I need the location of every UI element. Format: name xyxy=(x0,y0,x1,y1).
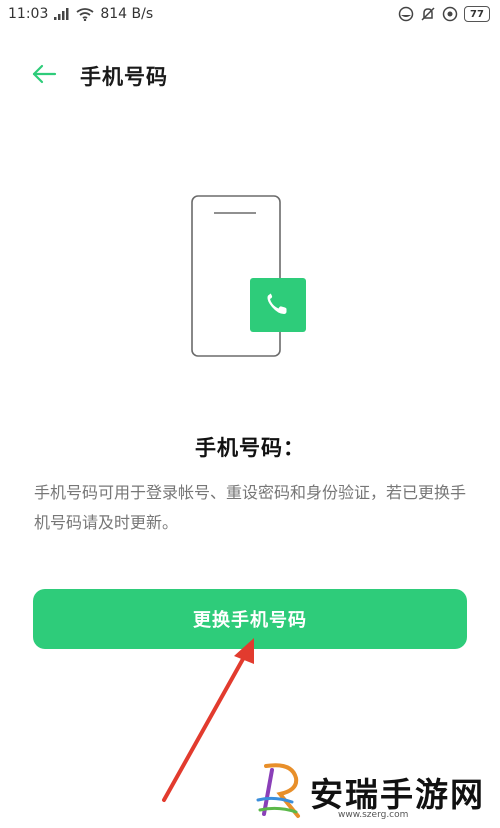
network-speed: 814 B/s xyxy=(100,6,154,22)
vpn-icon xyxy=(398,6,414,22)
status-time: 11:03 xyxy=(8,6,49,22)
title-bar: 手机号码 xyxy=(0,52,500,96)
phone-illustration xyxy=(188,192,314,362)
watermark: 安瑞手游网 www.szerg.com xyxy=(252,760,492,820)
watermark-logo xyxy=(256,763,300,818)
arrow-left-icon xyxy=(32,64,57,84)
status-left: 11:03 814 B/s xyxy=(8,6,153,22)
sync-icon xyxy=(442,6,458,22)
section-heading: 手机号码： xyxy=(195,436,305,460)
battery-icon: 77 xyxy=(464,6,490,22)
mute-icon xyxy=(420,6,436,22)
signal-icon xyxy=(54,8,70,20)
status-right: 77 xyxy=(398,6,490,22)
watermark-brand: 安瑞手游网 xyxy=(310,775,485,814)
wifi-icon xyxy=(76,7,94,21)
call-badge xyxy=(250,278,306,332)
status-bar: 11:03 814 B/s 77 xyxy=(0,0,500,28)
back-button[interactable] xyxy=(28,60,60,88)
page-title: 手机号码 xyxy=(80,65,168,89)
description-text: 手机号码可用于登录帐号、重设密码和身份验证，若已更换手机号码请及时更新。 xyxy=(34,483,467,532)
watermark-url: www.szerg.com xyxy=(338,810,409,820)
screen: 11:03 814 B/s 77 手机号码 手机号码： 手机号码可用于登录帐号、… xyxy=(0,0,500,828)
